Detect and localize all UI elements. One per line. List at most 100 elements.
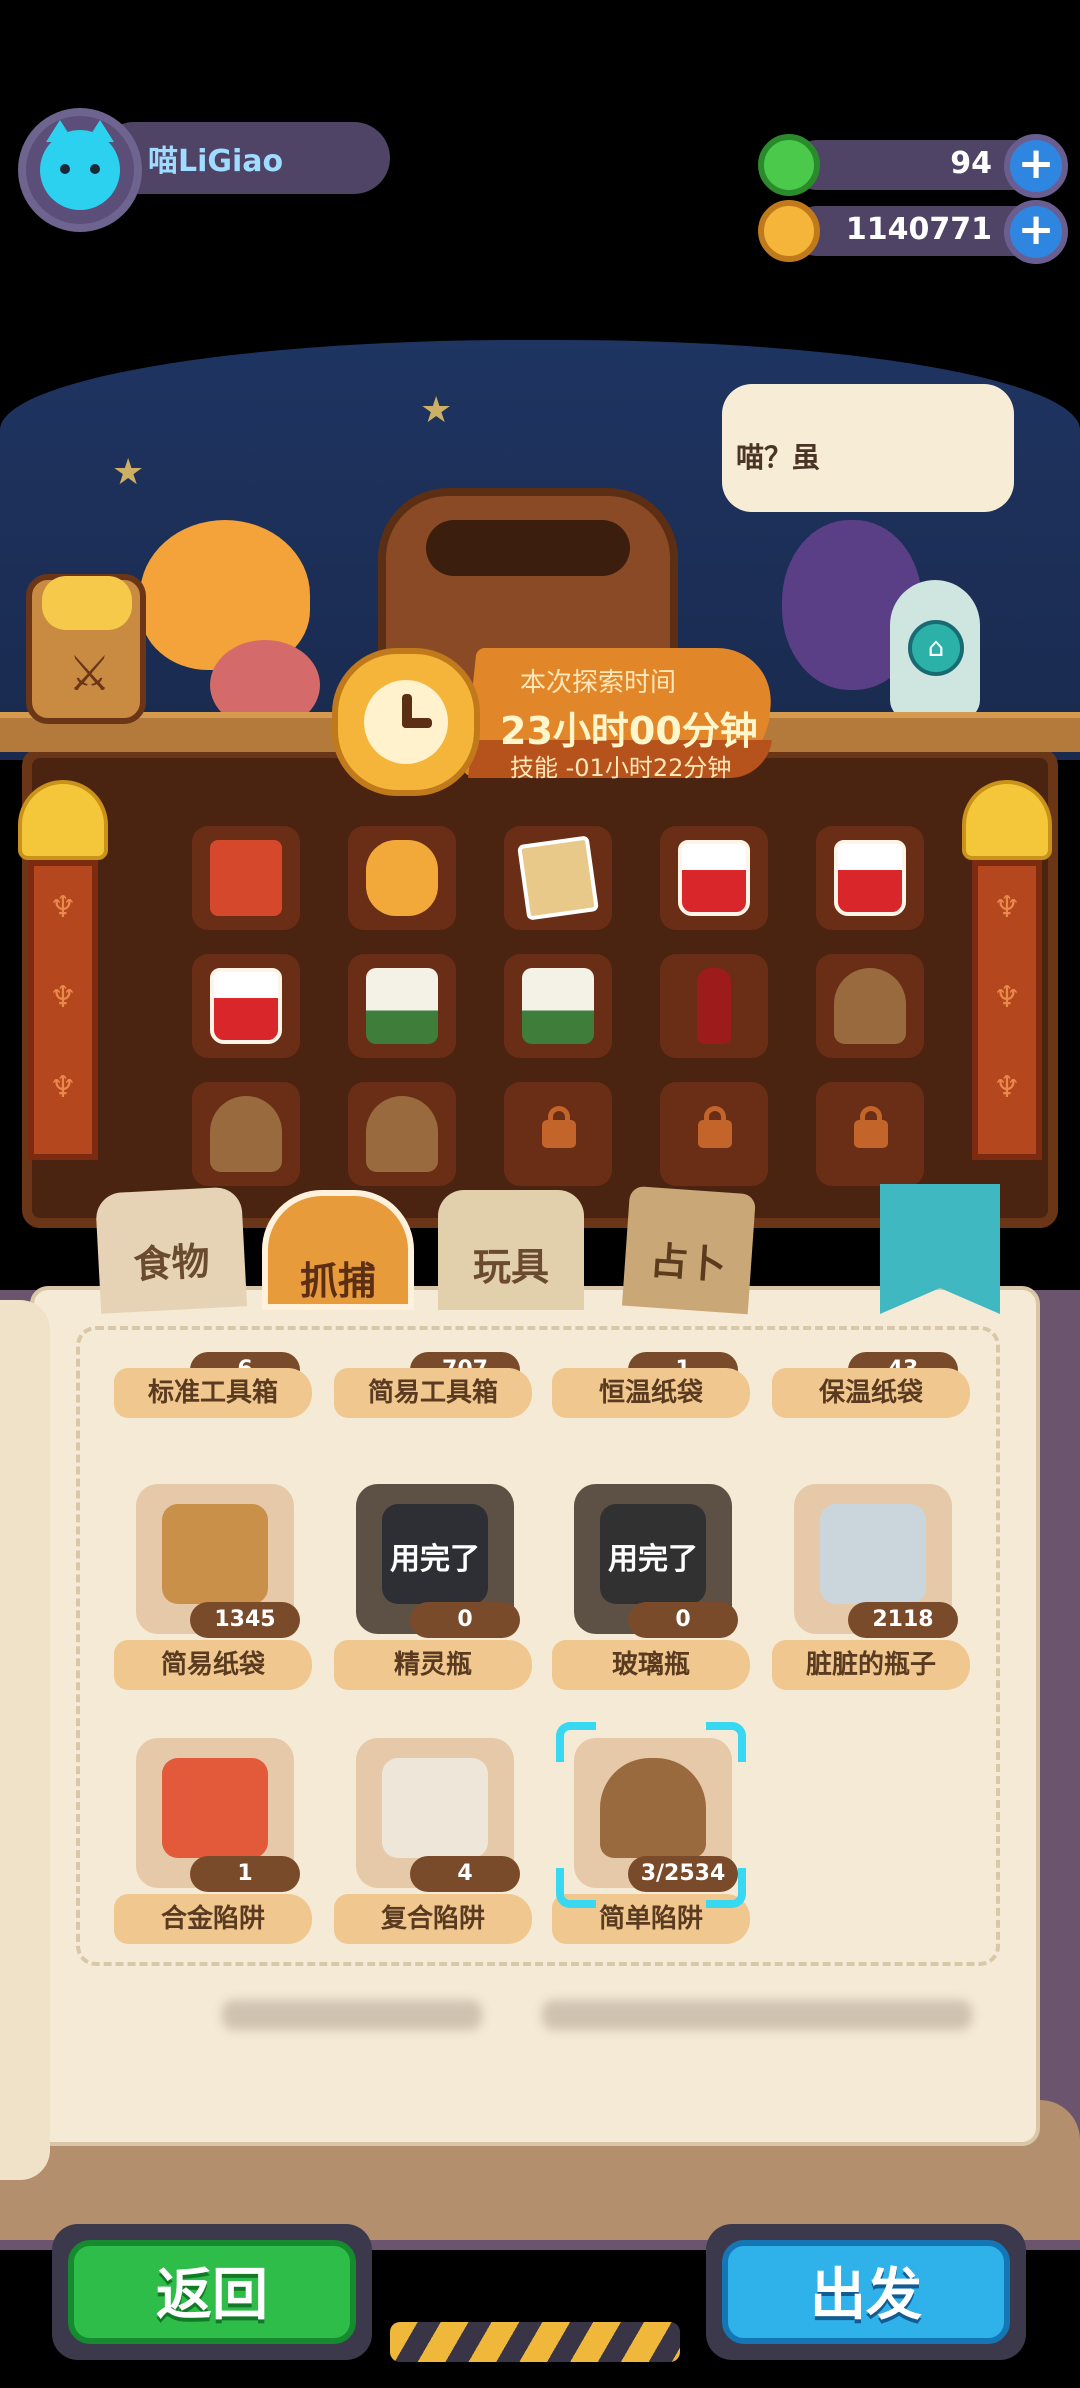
cat-face-icon [42, 576, 132, 630]
player-name: 喵LiGiao [148, 144, 284, 179]
backpack-slot[interactable] [348, 954, 456, 1058]
red-potion-icon [834, 840, 906, 916]
cat-card-icon [517, 835, 599, 921]
item-label: 精灵瓶 [334, 1640, 532, 1690]
bell-icon [962, 780, 1052, 860]
selection-corner [556, 1868, 596, 1908]
item-label: 玻璃瓶 [552, 1640, 750, 1690]
star-icon: ★ [420, 390, 453, 431]
red-potion-icon [210, 968, 282, 1044]
fish-icon: ♆ [49, 980, 77, 1015]
fish-icon: ♆ [49, 1070, 77, 1105]
alloy-trap-icon [162, 1758, 268, 1858]
item-count: 0 [410, 1602, 520, 1638]
item-label: 简易纸袋 [114, 1640, 312, 1690]
item-count: 1345 [190, 1602, 300, 1638]
lock-icon [854, 1106, 888, 1148]
backpack-slot-locked [816, 1082, 924, 1186]
left-bell-banner: ♆ ♆ ♆ [8, 780, 118, 1180]
add-gems-button[interactable]: + [1004, 134, 1068, 198]
item-label: 脏脏的瓶子 [772, 1640, 970, 1690]
lock-icon [542, 1106, 576, 1148]
backpack-slot-locked [660, 1082, 768, 1186]
fish-icon: ♆ [49, 890, 77, 925]
backpack-slot[interactable] [816, 954, 924, 1058]
simple-trap-icon [600, 1758, 706, 1858]
backpack-slot[interactable] [660, 826, 768, 930]
paper-bag-icon [162, 1504, 268, 1604]
selection-corner [556, 1722, 596, 1762]
currency-coins: 1140771 + [758, 200, 1068, 264]
equipment-button[interactable]: ⚔ [26, 574, 146, 724]
item-description-blurred [542, 2000, 972, 2030]
speech-bubble: 喵？虽 [722, 384, 1014, 512]
item-label: 复合陷阱 [334, 1894, 532, 1944]
backpack-slot[interactable] [504, 954, 612, 1058]
sword-icon: ⚔ [68, 646, 112, 702]
gold-planet-coin-icon [758, 200, 820, 262]
rocket-badge-icon[interactable]: ⌂ [908, 620, 964, 676]
item-label: 简易工具箱 [334, 1368, 532, 1418]
go-button-frame: 出发 [706, 2224, 1026, 2360]
exploration-time-title: 本次探索时间 [520, 668, 677, 698]
fish-icon: ♆ [993, 980, 1021, 1015]
item-label: 合金陷阱 [114, 1894, 312, 1944]
exploration-skill-bonus: 技能 -01小时22分钟 [510, 754, 732, 782]
backpack-slot[interactable] [192, 1082, 300, 1186]
avatar-frame[interactable] [18, 108, 142, 232]
item-label: 保温纸袋 [772, 1368, 970, 1418]
backpack-slot[interactable] [348, 826, 456, 930]
lunchbox-icon [210, 840, 282, 916]
backpack-slot[interactable] [816, 826, 924, 930]
trap-helmet-icon [210, 1096, 282, 1172]
back-button-frame: 返回 [52, 2224, 372, 2360]
trap-helmet-icon [366, 1096, 438, 1172]
depart-button[interactable]: 出发 [722, 2240, 1010, 2344]
player-profile[interactable]: 喵LiGiao [18, 108, 390, 232]
item-count: 0 [628, 1602, 738, 1638]
red-potion-icon [678, 840, 750, 916]
coin-count: 1140771 [845, 212, 992, 247]
sauce-bottle-icon [697, 968, 731, 1044]
selection-corner [706, 1868, 746, 1908]
rice-cake-icon [522, 968, 594, 1044]
backpack-slot[interactable] [192, 954, 300, 1058]
currency-gems: 94 + [758, 134, 1068, 198]
item-description-blurred [222, 2000, 482, 2030]
composite-trap-icon [382, 1758, 488, 1858]
lock-icon [698, 1106, 732, 1148]
add-coins-button[interactable]: + [1004, 200, 1068, 264]
selection-corner [706, 1722, 746, 1762]
item-count: 4 [410, 1856, 520, 1892]
clock-icon [332, 648, 480, 796]
tab-toy[interactable]: 玩具 [438, 1190, 584, 1310]
right-bell-banner: ♆ ♆ ♆ [952, 780, 1062, 1180]
item-count: 1 [190, 1856, 300, 1892]
book-spine [0, 1300, 50, 2180]
green-gem-coin-icon [758, 134, 820, 196]
tab-food[interactable]: 食物 [94, 1186, 248, 1314]
bell-icon [18, 780, 108, 860]
gem-count: 94 [950, 146, 992, 181]
item-count: 2118 [848, 1602, 958, 1638]
backpack-slot[interactable] [504, 826, 612, 930]
item-label: 标准工具箱 [114, 1368, 312, 1418]
fish-icon: ♆ [993, 890, 1021, 925]
avatar-cat-icon [40, 120, 120, 210]
item-label: 恒温纸袋 [552, 1368, 750, 1418]
tab-catch[interactable]: 抓捕 [262, 1190, 414, 1310]
tab-divination[interactable]: 占卜 [621, 1185, 757, 1315]
dirty-bottle-icon [820, 1504, 926, 1604]
fish-icon: ♆ [993, 1070, 1021, 1105]
backpack-slot-locked [504, 1082, 612, 1186]
hazard-stripe [390, 2322, 680, 2362]
trap-helmet-icon [834, 968, 906, 1044]
star-icon: ★ [112, 452, 145, 493]
backpack-slot[interactable] [660, 954, 768, 1058]
trumpet-icon [366, 840, 438, 916]
backpack-slot[interactable] [192, 826, 300, 930]
exploration-duration: 23小时00分钟 [500, 709, 758, 753]
rice-cake-icon [366, 968, 438, 1044]
back-button[interactable]: 返回 [68, 2240, 356, 2344]
backpack-slot[interactable] [348, 1082, 456, 1186]
